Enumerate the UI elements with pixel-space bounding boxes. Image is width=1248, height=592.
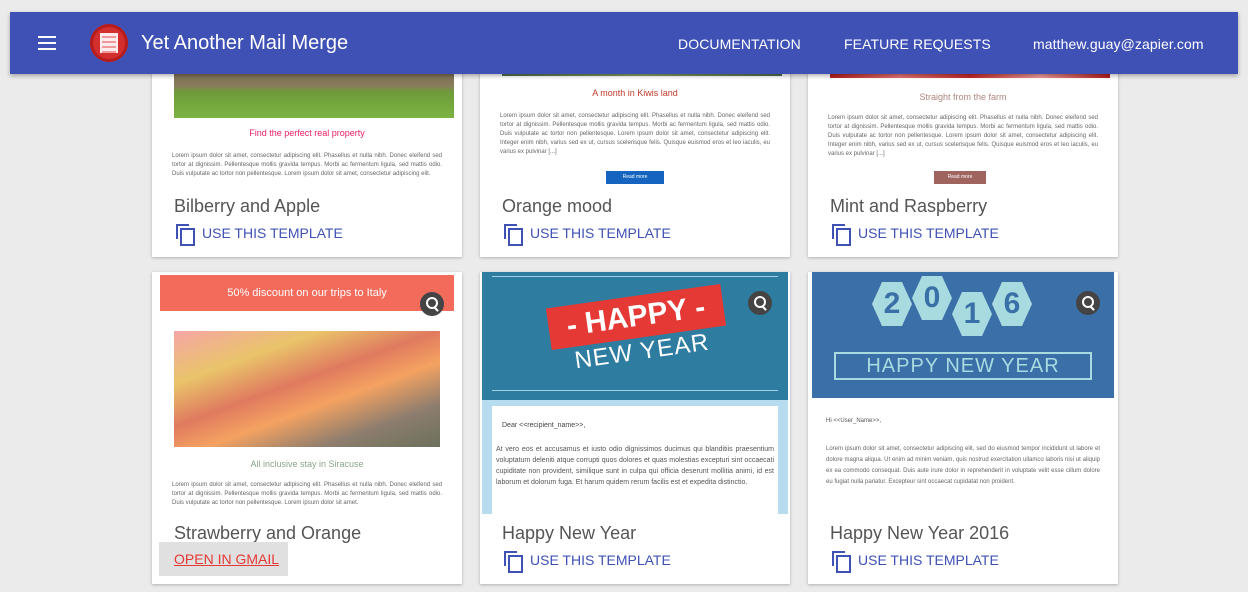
preview-digit: 1 [952,292,992,336]
template-card[interactable]: 2 0 1 6 HAPPY NEW YEAR Hi <<User_Name>>,… [808,272,1118,584]
template-title: Orange mood [502,196,613,216]
zoom-icon[interactable] [1076,291,1100,315]
template-preview[interactable]: 2 0 1 6 HAPPY NEW YEAR Hi <<User_Name>>,… [812,272,1114,514]
use-template-label: USE THIS TEMPLATE [530,225,671,241]
preview-banner: 50% discount on our trips to Italy [160,275,454,311]
preview-body: Lorem ipsum dolor sit amet, consectetur … [500,113,770,155]
open-in-gmail-button[interactable]: OPEN IN GMAIL [159,542,288,576]
preview-body: Lorem ipsum dolor sit amet, consectetur … [828,115,1098,157]
use-template-label: USE THIS TEMPLATE [530,552,671,568]
use-template-button[interactable]: USE THIS TEMPLATE [832,551,999,573]
template-title: Happy New Year [502,523,637,543]
template-card[interactable]: Find the perfect real property Lorem ips… [152,60,462,257]
copy-icon [504,224,523,246]
use-template-label: USE THIS TEMPLATE [858,552,999,568]
preview-banner: HAPPY NEW YEAR [834,352,1092,380]
preview-heading: A month in Kiwis land [592,88,678,98]
template-card[interactable]: - HAPPY - NEW YEAR Dear <<recipient_name… [480,272,790,584]
template-card[interactable]: Straight from the farm Lorem ipsum dolor… [808,60,1118,257]
preview-heading: All inclusive stay in Siracuse [250,459,364,469]
preview-greeting: Dear <<recipient_name>>, [502,422,586,429]
preview-body: Lorem ipsum dolor sit amet, consectetur … [172,482,442,506]
copy-icon [176,224,195,246]
copy-icon [832,224,851,246]
zoom-icon[interactable] [748,291,772,315]
app-bar: Yet Another Mail Merge DOCUMENTATION FEA… [10,12,1238,74]
use-template-button[interactable]: USE THIS TEMPLATE [176,224,343,246]
user-account-link[interactable]: matthew.guay@zapier.com [1033,36,1204,52]
zoom-icon[interactable] [420,292,444,316]
nav-documentation-link[interactable]: DOCUMENTATION [678,36,801,52]
preview-greeting: Hi <<User_Name>>, [826,418,882,424]
preview-read-more-button: Read more [934,171,986,184]
menu-icon[interactable] [38,36,56,50]
preview-body: Lorem ipsum dolor sit amet, consectetur … [172,153,442,177]
preview-read-more-button: Read more [606,171,664,184]
template-title: Strawberry and Orange [174,523,362,543]
template-preview[interactable]: A month in Kiwis land Lorem ipsum dolor … [488,60,782,185]
preview-digit: 2 [872,282,912,326]
use-template-label: USE THIS TEMPLATE [202,225,343,241]
preview-heading: Straight from the farm [919,92,1007,102]
template-preview[interactable]: Straight from the farm Lorem ipsum dolor… [816,60,1110,185]
template-preview[interactable]: Find the perfect real property Lorem ips… [160,60,454,185]
copy-icon [504,551,523,573]
preview-digit: 0 [912,276,952,320]
preview-header: - HAPPY - NEW YEAR [482,272,788,400]
preview-heading: Find the perfect real property [249,128,365,138]
template-title: Happy New Year 2016 [830,523,1010,543]
preview-body: At vero eos et accusamus et iusto odio d… [496,446,774,486]
use-template-button[interactable]: USE THIS TEMPLATE [832,224,999,246]
use-template-button[interactable]: USE THIS TEMPLATE [504,551,671,573]
template-card[interactable]: A month in Kiwis land Lorem ipsum dolor … [480,60,790,257]
preview-body: Lorem ipsum dolor sit amet, consectetur … [826,446,1100,485]
template-card[interactable]: 50% discount on our trips to Italy All i… [152,272,462,584]
app-logo-icon [90,24,128,62]
template-title: Mint and Raspberry [830,196,988,216]
preview-digit: 6 [992,282,1032,326]
preview-photo [174,331,440,447]
use-template-label: USE THIS TEMPLATE [858,225,999,241]
copy-icon [832,551,851,573]
use-template-button[interactable]: USE THIS TEMPLATE [504,224,671,246]
template-preview[interactable]: - HAPPY - NEW YEAR Dear <<recipient_name… [482,272,788,514]
preview-header: 2 0 1 6 HAPPY NEW YEAR [812,272,1114,398]
template-preview[interactable]: 50% discount on our trips to Italy All i… [160,275,454,517]
nav-feature-requests-link[interactable]: FEATURE REQUESTS [844,36,991,52]
template-title: Bilberry and Apple [174,196,321,216]
app-title: Yet Another Mail Merge [141,32,349,54]
